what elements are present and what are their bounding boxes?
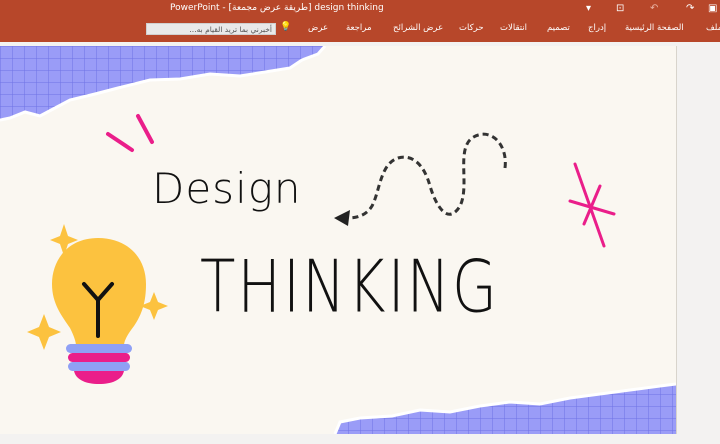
undo-icon[interactable]: ↶ [650, 2, 658, 16]
tell-me-search-input[interactable]: أخبرني بما تريد القيام به... [146, 23, 276, 35]
tab-view[interactable]: عرض [308, 23, 328, 33]
tab-design[interactable]: تصميم [547, 23, 570, 33]
customize-icon[interactable]: ▾ [586, 2, 591, 16]
title-bar: PowerPoint - [طريقة عرض مجمعة] design th… [0, 0, 720, 18]
slide-artwork [0, 46, 676, 434]
present-icon[interactable]: ⊡ [616, 2, 624, 16]
torn-paper-top-left [0, 46, 325, 120]
tab-slideshow[interactable]: عرض الشرائح [393, 23, 443, 33]
slide-heading-thinking: THINKING [200, 244, 500, 329]
tab-insert[interactable]: إدراج [588, 23, 606, 33]
window-title: PowerPoint - [طريقة عرض مجمعة] design th… [170, 3, 384, 13]
pink-asterisk [568, 162, 616, 248]
save-icon[interactable]: ▣ [708, 2, 717, 16]
redo-icon[interactable]: ↷ [686, 2, 694, 16]
slide-heading-design: Design [152, 164, 302, 213]
tab-transitions[interactable]: انتقالات [500, 23, 527, 33]
tab-animations[interactable]: حركات [459, 23, 484, 33]
lightbulb-icon: 💡 [280, 22, 292, 32]
slide-editing-area: Design THINKING [0, 42, 720, 444]
pink-accent-dashes [106, 114, 154, 152]
ribbon-tabs: ملف الصفحة الرئيسية إدراج تصميم انتقالات… [0, 18, 720, 42]
dashed-squiggle-arrow [347, 132, 507, 220]
tab-file[interactable]: ملف [706, 23, 720, 33]
tab-review[interactable]: مراجعة [346, 23, 372, 33]
slide[interactable]: Design THINKING [0, 46, 677, 434]
lightbulb-illustration [52, 238, 146, 384]
tab-home[interactable]: الصفحة الرئيسية [625, 23, 684, 33]
